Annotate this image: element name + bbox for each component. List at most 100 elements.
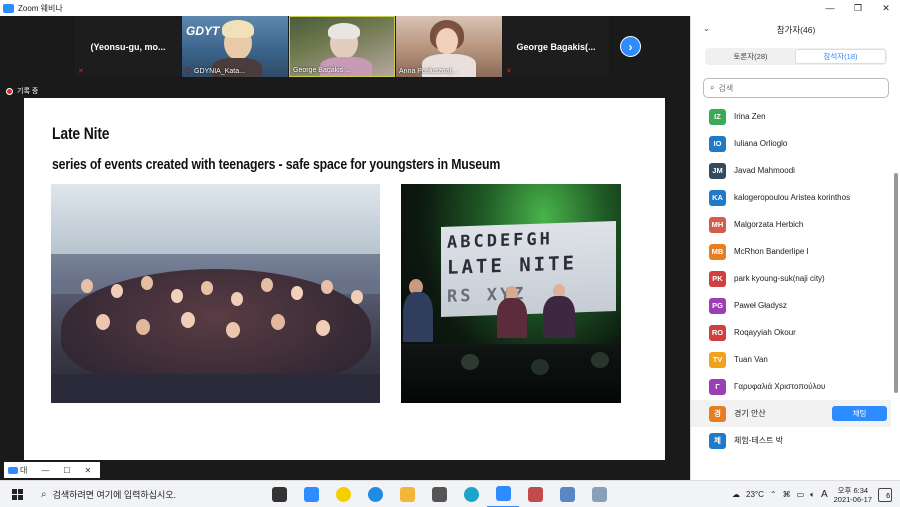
system-tray: ☁ 23°C ⌃ ⌘ ▭ 🔈︎ A 오후 6:34 2021-06-17 6 <box>732 481 900 507</box>
minimize-button[interactable]: — <box>816 0 844 16</box>
edge-taskbar-button[interactable] <box>455 481 487 507</box>
scrollbar[interactable] <box>893 103 899 473</box>
audience-head <box>591 352 609 368</box>
battery-icon[interactable]: ▭ <box>797 490 805 499</box>
ie-taskbar-button[interactable] <box>359 481 391 507</box>
volume-icon[interactable]: 🔈︎ <box>810 490 815 500</box>
participant-row[interactable]: TV Tuan Van <box>691 346 891 373</box>
app-taskbar-button[interactable] <box>551 481 583 507</box>
chevron-right-icon: › <box>628 39 633 54</box>
participant-name: 경기 안산 <box>734 409 766 418</box>
windows-logo-icon <box>12 488 23 500</box>
scrollbar-thumb[interactable] <box>894 173 898 393</box>
edge-icon <box>463 486 479 502</box>
video-tile[interactable]: Anna Posłuszna(... <box>396 16 502 77</box>
start-button[interactable] <box>0 481 35 507</box>
avatar: 경 <box>709 405 726 422</box>
video-tile[interactable]: (Yeonsu-gu, mo... ✕ <box>75 16 181 77</box>
calculator-icon <box>431 486 447 502</box>
participant-row[interactable]: Γ Γαρυφαλιά Χριστοπούλου <box>691 373 891 400</box>
close-button[interactable]: ✕ <box>872 0 900 16</box>
avatar: RO <box>709 324 726 341</box>
ime-indicator[interactable]: A <box>821 489 828 500</box>
face <box>111 284 123 298</box>
participant-name: Iuliana Orlioglo <box>734 139 788 148</box>
video-tile[interactable]: GDYT ✕ GDYNIA_Kata... <box>182 16 288 77</box>
tile-caption: George Bagakis ... <box>293 67 351 74</box>
photo-ceiling <box>51 184 380 254</box>
calculator-taskbar-button[interactable] <box>423 481 455 507</box>
avatar: IZ <box>709 108 726 125</box>
late-nite-banner: ABCDEFGH LATE NITE RS XYZ <box>441 220 616 318</box>
recording-indicator[interactable]: 기록 중 <box>6 86 38 96</box>
chat-button[interactable]: 채팅 <box>832 406 887 421</box>
late-nite-photo: ABCDEFGH LATE NITE RS XYZ <box>401 184 621 403</box>
participant-row[interactable]: 경 경기 안산 채팅 <box>691 400 891 427</box>
person-body <box>403 292 433 342</box>
mini-close-icon[interactable]: ✕ <box>85 466 92 475</box>
network-icon[interactable]: ⌘ <box>783 490 791 499</box>
participant-row[interactable]: IO Iuliana Orlioglo <box>691 130 891 157</box>
participant-row[interactable]: PG Paweł Gładysz <box>691 292 891 319</box>
maximize-button[interactable]: ❐ <box>844 0 872 16</box>
notification-center-icon[interactable]: 6 <box>878 487 892 502</box>
participant-row[interactable]: 체 체험-테스트 박 <box>691 427 891 454</box>
folder-taskbar-button[interactable] <box>391 481 423 507</box>
face <box>181 312 195 328</box>
clock[interactable]: 오후 6:34 2021-06-17 <box>834 486 872 504</box>
participant-name: Malgorzata Herbich <box>734 220 804 229</box>
mini-window-controls[interactable]: 대 — ☐ ✕ <box>4 462 100 478</box>
participant-row[interactable]: IZ Irina Zen <box>691 103 891 130</box>
taskbar-search[interactable]: ⌕ 검색하려면 여기에 입력하십시오. <box>35 481 263 507</box>
clock-date: 2021-06-17 <box>833 494 872 504</box>
mini-restore-icon[interactable]: ☐ <box>63 466 70 475</box>
avatar: MB <box>709 243 726 260</box>
tab-panelists[interactable]: 토론자(28) <box>706 49 795 64</box>
task-view-taskbar-button[interactable] <box>263 481 295 507</box>
weather-temp[interactable]: 23°C <box>746 490 764 499</box>
notification-count: 6 <box>886 492 890 500</box>
participant-name: GDYNIA_Kata... <box>194 68 245 75</box>
participant-name: McRhon Banderlipe I <box>734 247 809 256</box>
mic-muted-icon: ✕ <box>506 68 512 75</box>
participant-row[interactable]: RO Roqayyiah Okour <box>691 319 891 346</box>
face <box>226 322 240 338</box>
search-input[interactable] <box>718 83 869 93</box>
face <box>351 290 363 304</box>
zoom-video-icon <box>8 466 18 474</box>
zoom-taskbar-button[interactable] <box>487 481 519 507</box>
video-tile[interactable]: George Bagakis ... <box>289 16 395 77</box>
paint-taskbar-button[interactable] <box>519 481 551 507</box>
mini-minimize-icon[interactable]: — <box>41 466 49 475</box>
participant-search[interactable]: ⌕ <box>703 78 889 98</box>
next-videos-button[interactable]: › <box>620 36 641 57</box>
kakaotalk-taskbar-button[interactable] <box>327 481 359 507</box>
screen: Zoom 웨비나 — ❐ ✕ (Yeonsu-gu, mo... ✕ GDYT … <box>0 0 900 507</box>
participant-name: Tuan Van <box>734 355 768 364</box>
ie-icon <box>367 486 383 502</box>
search-icon: ⌕ <box>710 83 715 92</box>
tool-taskbar-button[interactable] <box>583 481 615 507</box>
chevron-up-icon[interactable]: ⌃ <box>770 490 777 499</box>
minimize-icon: — <box>825 3 835 13</box>
group-photo <box>51 184 380 403</box>
files-taskbar-button[interactable] <box>295 481 327 507</box>
participant-row[interactable]: MB McRhon Banderlipe I <box>691 238 891 265</box>
video-tile[interactable]: George Bagakis(... ✕ <box>503 16 609 77</box>
participant-row[interactable]: KA kalogeropoulou Aristea korinthos <box>691 184 891 211</box>
window-titlebar[interactable]: Zoom 웨비나 — ❐ ✕ <box>0 0 900 16</box>
participant-name: Irina Zen <box>734 112 766 121</box>
participant-row[interactable]: JM Javad Mahmoodi <box>691 157 891 184</box>
face <box>321 280 333 294</box>
participant-row[interactable]: MH Malgorzata Herbich <box>691 211 891 238</box>
participant-name: Paweł Gładysz <box>734 301 787 310</box>
panel-header: ⌄ 참가자(46) <box>691 16 900 44</box>
face <box>96 314 110 330</box>
participant-name: George Bagakis(... <box>516 41 596 52</box>
tile-caption: Anna Posłuszna(... <box>399 68 458 75</box>
participant-row[interactable]: PK park kyoung-suk(naji city) <box>691 265 891 292</box>
weather-icon[interactable]: ☁ <box>732 490 740 499</box>
collapse-chevron-icon[interactable]: ⌄ <box>703 24 710 33</box>
tab-attendees[interactable]: 참석자(18) <box>795 49 886 64</box>
folder-icon <box>399 486 415 502</box>
